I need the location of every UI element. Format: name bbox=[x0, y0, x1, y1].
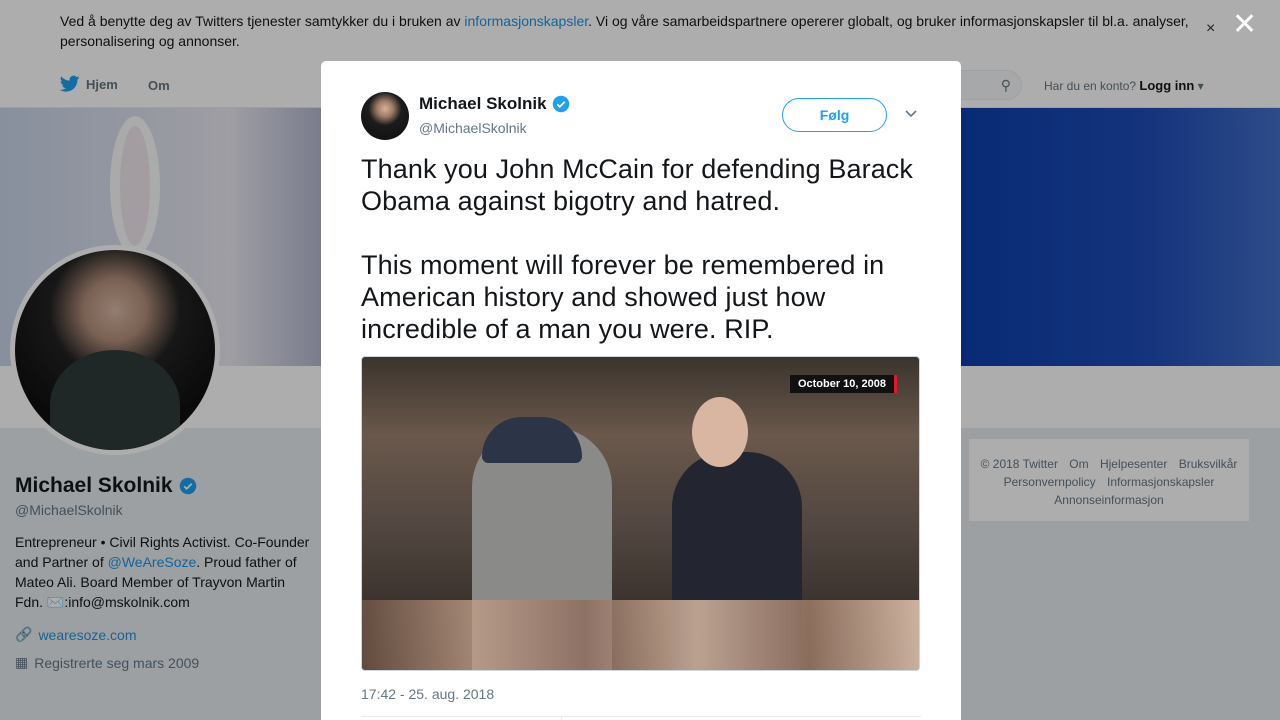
media-figure-cap bbox=[482, 417, 582, 463]
divider-vertical bbox=[561, 716, 562, 720]
tweet-text: Thank you John McCain for defending Bara… bbox=[361, 153, 931, 345]
follow-button[interactable]: Følg bbox=[782, 98, 887, 132]
author-name-text: Michael Skolnik bbox=[419, 94, 547, 113]
media-crowd bbox=[362, 600, 919, 670]
author-name[interactable]: Michael Skolnik bbox=[419, 94, 570, 114]
chevron-down-icon[interactable] bbox=[905, 105, 917, 121]
tweet-modal: Michael Skolnik @MichaelSkolnik Følg Tha… bbox=[321, 61, 961, 720]
tweet-media-video[interactable]: October 10, 2008 bbox=[361, 356, 920, 671]
author-handle[interactable]: @MichaelSkolnik bbox=[419, 120, 527, 136]
tweet-paragraph-1: Thank you John McCain for defending Bara… bbox=[361, 154, 914, 216]
close-modal-button[interactable]: ✕ bbox=[1232, 10, 1257, 40]
media-date-badge: October 10, 2008 bbox=[789, 375, 897, 393]
tweet-timestamp[interactable]: 17:42 - 25. aug. 2018 bbox=[361, 686, 494, 702]
media-figure-2-head bbox=[692, 397, 748, 467]
divider bbox=[361, 716, 921, 717]
tweet-paragraph-2: This moment will forever be remembered i… bbox=[361, 250, 885, 344]
verified-badge-icon bbox=[552, 95, 569, 113]
author-avatar[interactable] bbox=[361, 92, 409, 140]
